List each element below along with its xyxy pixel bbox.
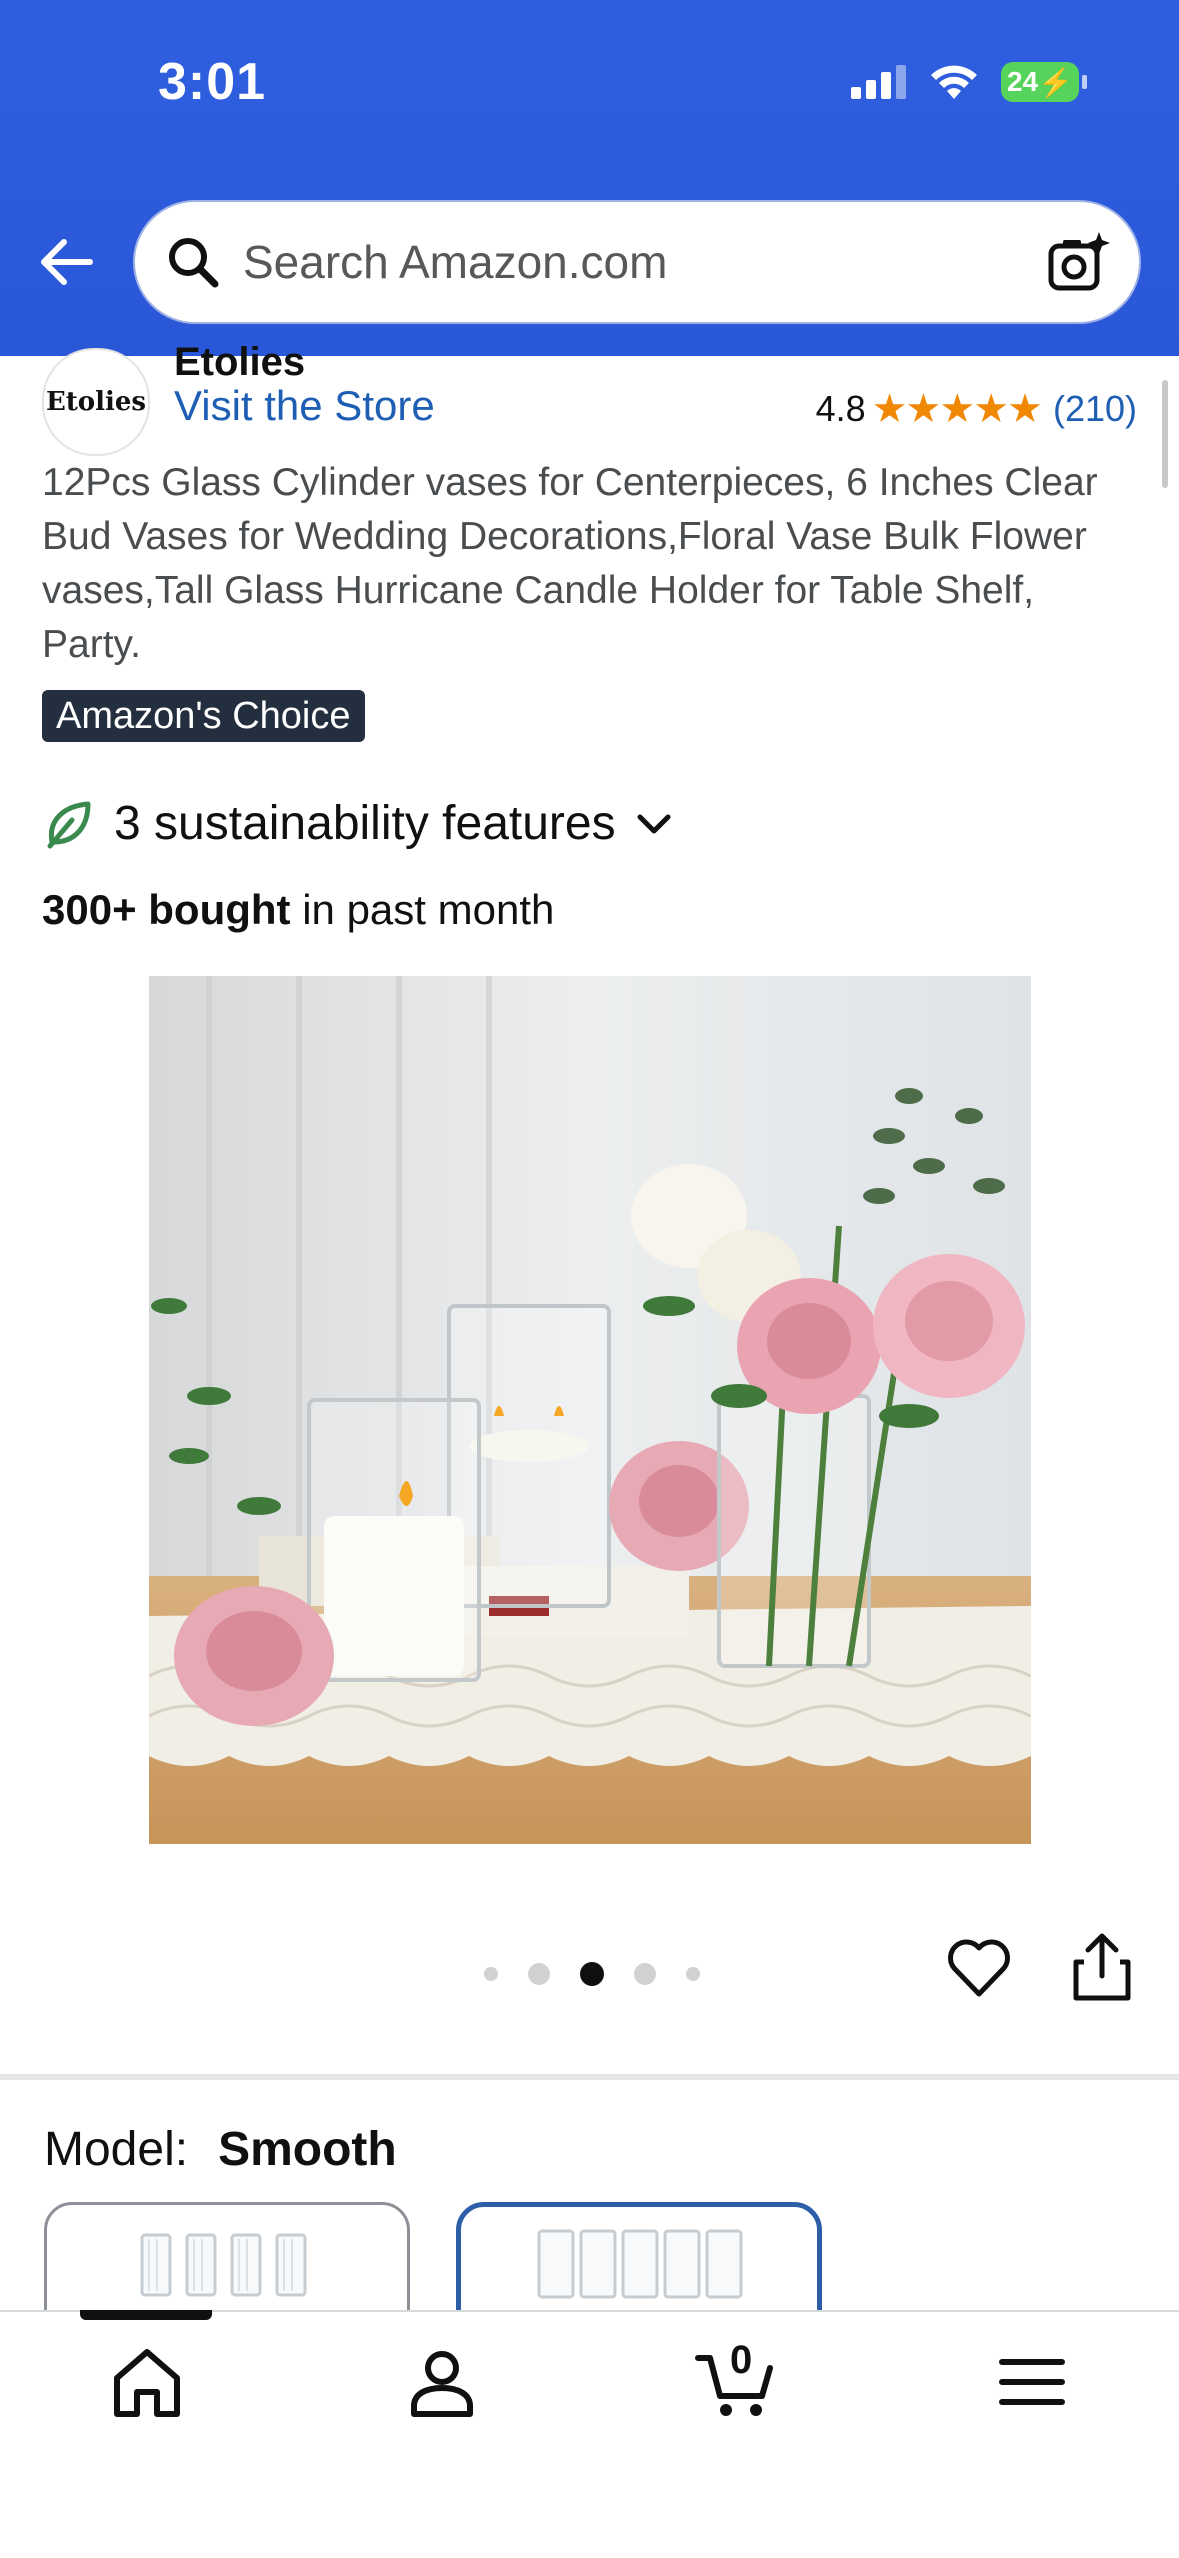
rating-value: 4.8 bbox=[815, 388, 866, 429]
sustainability-features[interactable]: 3 sustainability features bbox=[42, 796, 674, 851]
cart-button[interactable]: 0 bbox=[694, 2338, 778, 2424]
leaf-icon bbox=[47, 801, 91, 848]
wifi-icon bbox=[931, 65, 977, 99]
camera-lens-icon[interactable] bbox=[1045, 230, 1111, 296]
search-bar[interactable]: Search Amazon.com bbox=[133, 200, 1141, 324]
carousel-dots[interactable] bbox=[484, 1962, 700, 1986]
model-selector-label: Model: Smooth bbox=[44, 2122, 397, 2177]
carousel-dot[interactable] bbox=[686, 1967, 700, 1981]
model-label: Model: bbox=[44, 2123, 189, 2176]
app-header: 3:01 24 ⚡ Search Amazon.com bbox=[0, 0, 1179, 356]
status-time: 3:01 bbox=[158, 53, 267, 111]
bought-count: 300+ bought in past month bbox=[42, 886, 554, 934]
cart-count: 0 bbox=[730, 2338, 753, 2382]
amazons-choice-badge[interactable]: Amazon's Choice bbox=[42, 690, 365, 742]
carousel-dot-active[interactable] bbox=[580, 1962, 604, 1986]
store-row: Etolies Etolies Visit the Store 4.8 ★★★★… bbox=[0, 340, 1179, 456]
product-title: 12Pcs Glass Cylinder vases for Centerpie… bbox=[42, 461, 1098, 666]
carousel-dot[interactable] bbox=[528, 1963, 550, 1985]
section-divider bbox=[0, 2074, 1179, 2080]
visit-store-link[interactable]: Visit the Store bbox=[174, 382, 435, 430]
bought-rest: in past month bbox=[290, 886, 555, 933]
rating-stars-icon: ★★★★★ bbox=[871, 387, 1043, 431]
account-icon[interactable] bbox=[400, 2340, 484, 2424]
signal-icon bbox=[851, 65, 906, 99]
scrollbar[interactable] bbox=[1162, 380, 1168, 488]
active-tab-indicator bbox=[80, 2310, 212, 2320]
share-icon[interactable] bbox=[1070, 1932, 1134, 2002]
bought-bold: 300+ bought bbox=[42, 886, 291, 933]
menu-icon[interactable] bbox=[990, 2340, 1074, 2424]
heart-icon[interactable] bbox=[944, 1934, 1014, 2004]
product-image[interactable] bbox=[149, 976, 1031, 1844]
battery-indicator: 24 ⚡ bbox=[1001, 62, 1087, 102]
search-icon bbox=[169, 238, 219, 288]
brand-logo-text: Etolies bbox=[45, 387, 147, 417]
carousel-dot[interactable] bbox=[634, 1963, 656, 1985]
status-icons: 24 ⚡ bbox=[851, 62, 1087, 102]
brand-name: Etolies bbox=[174, 340, 306, 384]
back-arrow-icon[interactable] bbox=[36, 232, 96, 292]
product-photo-illustration bbox=[149, 976, 1031, 1844]
charging-icon: ⚡ bbox=[1038, 66, 1074, 98]
review-count-link[interactable]: (210) bbox=[1053, 388, 1137, 430]
sustainability-label: 3 sustainability features bbox=[114, 797, 616, 850]
chevron-down-icon bbox=[637, 814, 671, 833]
carousel-dot[interactable] bbox=[484, 1967, 498, 1981]
battery-level: 24 bbox=[1006, 66, 1039, 97]
search-input[interactable]: Search Amazon.com bbox=[243, 235, 667, 289]
rating-summary[interactable]: 4.8 ★★★★★ (210) bbox=[816, 386, 1137, 432]
model-value: Smooth bbox=[218, 2123, 397, 2176]
home-icon[interactable] bbox=[105, 2340, 189, 2424]
brand-logo[interactable]: Etolies bbox=[42, 348, 150, 456]
